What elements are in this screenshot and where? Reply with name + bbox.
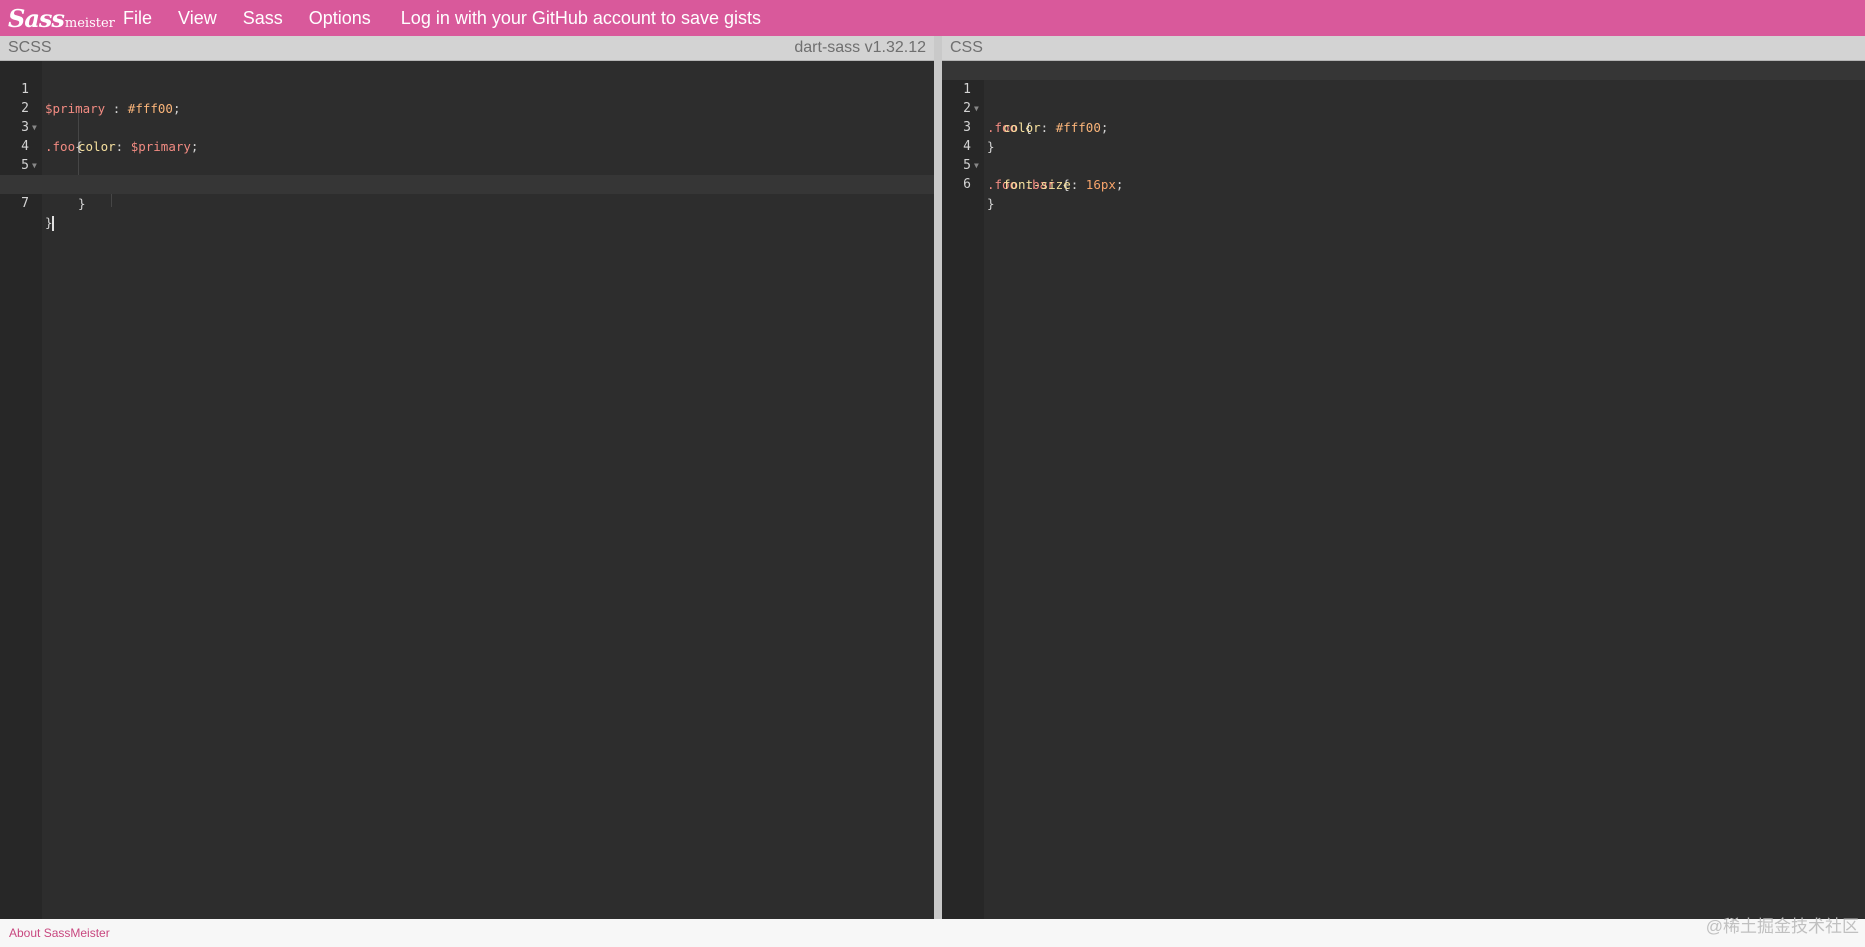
menu-options[interactable]: Options — [309, 8, 371, 29]
code-line: 3 color: $primary; — [0, 99, 934, 154]
line-number: 6 — [963, 177, 971, 192]
menu-view[interactable]: View — [178, 8, 217, 29]
logo-text: meister — [64, 15, 115, 31]
css-editor[interactable]: 1 ▼ .foo { 2 color: #fff00; 3 } 4 ▼ .foo… — [942, 61, 1865, 919]
code-text: } — [45, 215, 54, 231]
github-login-link[interactable]: Log in with your GitHub account to save … — [401, 8, 761, 29]
code-text: } — [987, 196, 995, 211]
code-text: } — [78, 196, 86, 211]
code-line: 6 } — [942, 156, 1865, 211]
line-number: 7 — [21, 196, 29, 211]
scss-editor[interactable]: 1 $primary : #fff00; 2 ▼ .foo{ 3 color: … — [0, 61, 934, 919]
scss-panel-title: SCSS — [8, 39, 52, 56]
about-link[interactable]: About SassMeister — [9, 919, 110, 947]
code-line: 2 ▼ .foo{ — [0, 80, 934, 154]
code-line-active: 1 ▼ .foo { — [942, 61, 1865, 135]
code-line: 5 font-size: 16px; — [942, 137, 1865, 192]
code-line: 4 ▼ .foo .bar { — [942, 118, 1865, 192]
scss-panel-header: SCSS dart-sass v1.32.12 — [0, 36, 934, 61]
code-line: 6 } — [0, 156, 934, 211]
code-line: 4 ▼ .bar { — [0, 118, 934, 192]
css-panel-header: CSS — [942, 36, 1865, 61]
logo-script: Sass — [8, 3, 65, 33]
code-line: 2 color: #fff00; — [942, 80, 1865, 135]
code-line-active: 7 } — [0, 175, 934, 231]
panel-resize-handle[interactable] — [934, 36, 942, 919]
text-cursor — [51, 216, 54, 231]
code-line: 3 } — [942, 99, 1865, 154]
main-menu: File View Sass Options Log in with your … — [123, 8, 787, 29]
footer: About SassMeister @稀土掘金技术社区 — [0, 917, 1865, 947]
menu-sass[interactable]: Sass — [243, 8, 283, 29]
sassmeister-logo[interactable]: Sass meister — [8, 3, 115, 33]
menu-file[interactable]: File — [123, 8, 152, 29]
code-text: font-size: 16px; — [1003, 177, 1124, 192]
watermark: @稀土掘金技术社区 — [1705, 917, 1859, 936]
code-line: 5 font-size: 16px; — [0, 137, 934, 192]
code-line: 1 $primary : #fff00; — [0, 61, 934, 116]
top-nav-bar: Sass meister File View Sass Options Log … — [0, 0, 1865, 36]
css-panel-title: CSS — [950, 39, 983, 56]
compiler-version-select[interactable]: dart-sass v1.32.12 — [794, 36, 926, 60]
